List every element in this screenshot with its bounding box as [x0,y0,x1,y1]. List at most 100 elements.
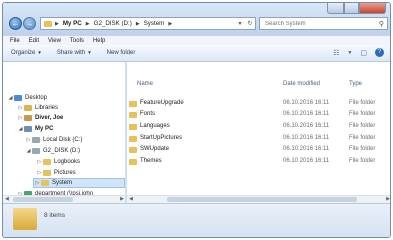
menu-edit[interactable]: Edit [29,38,39,44]
nav-item-pictures[interactable]: ▷ Pictures [36,168,76,178]
menu-help[interactable]: Help [93,38,105,44]
preview-pane-icon[interactable]: ▢ [360,49,367,57]
expand-icon[interactable]: ▷ [25,137,32,143]
breadcrumb-g2-disk[interactable]: G2_DISK (D:) [94,20,132,27]
folder-icon [129,159,137,165]
menu-file[interactable]: File [10,38,20,44]
menu-view[interactable]: View [48,38,61,44]
user-icon [24,115,32,121]
file-name: StartUpPictures [140,135,183,141]
view-options-icon[interactable]: ☷ [333,49,339,57]
help-icon[interactable]: ? [375,48,384,57]
content-horizontal-scrollbar[interactable]: ◀ ▶ [127,195,390,203]
chevron-down-icon[interactable]: ▼ [347,50,352,56]
address-bar[interactable]: ▶ My PC ▶ G2_DISK (D:) ▶ System ▶ ▾ ↻ [40,17,256,30]
file-row[interactable]: StartUpPictures 06.10.2016 16:11 File fo… [127,133,390,144]
scroll-right-icon[interactable]: ▶ [386,196,390,202]
file-type: File folder [349,111,376,117]
nav-item-system[interactable]: ▷ System [33,178,125,188]
file-row[interactable]: Languages 06.10.2016 16:11 File folder [127,121,390,132]
minimize-button[interactable] [327,3,344,14]
nav-item-libraries[interactable]: ▷ Libraries [17,103,58,113]
nav-horizontal-scrollbar[interactable]: ◀ ▶ [3,195,125,203]
file-name: SWUpdate [140,146,170,152]
file-row[interactable]: Themes 06.10.2016 16:11 File folder [127,156,390,167]
breadcrumb-my-pc[interactable]: My PC [63,20,82,27]
file-date: 06.10.2016 16:11 [283,135,330,141]
view-controls: ☷ ▼ ▢ ? [325,48,384,57]
file-date: 06.10.2016 16:11 [283,111,330,117]
column-header-name[interactable]: Name [137,81,153,87]
expand-icon[interactable]: ▷ [17,115,24,121]
nav-item-local-disk[interactable]: ▷ Local Disk (C:) [25,135,82,145]
new-folder-button[interactable]: New folder [107,50,136,56]
search-box[interactable]: ⚲ [259,17,388,30]
nav-item-label: Libraries [35,105,59,111]
nav-item-user[interactable]: ▷ Diver, Joe [17,113,63,123]
expand-icon[interactable]: ▷ [34,180,41,186]
refresh-icon[interactable]: ↻ [245,20,255,27]
nav-item-my-pc[interactable]: ◢ My PC [17,124,53,134]
back-button[interactable]: ← [9,17,22,30]
navigation-pane: ◢ Desktop ▷ Libraries ▷ Diver, Joe ◢ My … [3,62,126,203]
file-date: 06.10.2016 16:11 [283,100,330,106]
explorer-window: ← → ▶ My PC ▶ G2_DISK (D:) ▶ System ▶ ▾ … [2,2,391,238]
file-type: File folder [349,158,376,164]
folder-icon [41,180,49,186]
desktop-icon [14,95,22,101]
collapse-icon[interactable]: ◢ [7,95,14,101]
chevron-right-icon[interactable]: ▶ [168,21,172,27]
scroll-right-icon[interactable]: ▶ [120,196,124,202]
folder-icon [44,20,52,27]
column-header-type[interactable]: Type [349,81,362,87]
expand-icon[interactable]: ▷ [17,105,24,111]
collapse-icon[interactable]: ◢ [25,148,32,154]
file-name: FeatureUpgrade [140,100,184,106]
scrollbar-thumb[interactable] [167,197,357,202]
libraries-icon [24,105,32,111]
nav-item-g2-disk[interactable]: ◢ G2_DISK (D:) [25,146,80,156]
scrollbar-thumb[interactable] [13,197,73,202]
file-list-pane: Name Date modified Type FeatureUpgrade 0… [127,62,390,203]
search-icon[interactable]: ⚲ [379,20,384,28]
dropdown-icon[interactable]: ▾ [235,20,245,27]
share-with-button[interactable]: Share with ▼ [57,50,92,56]
expand-icon[interactable]: ▷ [36,170,43,176]
chevron-right-icon[interactable]: ▶ [136,21,140,27]
breadcrumb-system[interactable]: System [144,20,165,27]
collapse-icon[interactable]: ◢ [17,126,24,132]
scroll-left-icon[interactable]: ◀ [129,196,133,202]
maximize-button[interactable] [344,3,359,14]
column-header-date[interactable]: Date modified [283,81,320,87]
chevron-right-icon[interactable]: ▶ [55,21,59,27]
address-actions: ▾ ↻ [235,18,255,29]
organize-label: Organize [11,50,36,56]
nav-item-label: Desktop [25,95,48,101]
file-type: File folder [349,146,376,152]
nav-item-label: Local Disk (C:) [43,137,83,143]
file-row[interactable]: Fonts 06.10.2016 16:11 File folder [127,109,390,120]
menu-bar: File Edit View Tools Help [3,35,390,45]
command-bar: Organize ▼ Share with ▼ New folder ☷ ▼ ▢ ? [3,45,390,62]
organize-button[interactable]: Organize ▼ [11,50,42,56]
folder-icon [129,136,137,142]
file-row[interactable]: FeatureUpgrade 06.10.2016 16:11 File fol… [127,98,390,109]
chevron-down-icon: ▼ [37,50,42,55]
file-type: File folder [349,100,376,106]
nav-item-desktop[interactable]: ◢ Desktop [7,93,47,103]
share-with-label: Share with [56,50,86,56]
forward-button[interactable]: → [23,17,36,30]
file-type: File folder [349,123,376,129]
menu-tools[interactable]: Tools [70,38,84,44]
search-input[interactable] [265,20,375,27]
scroll-left-icon[interactable]: ◀ [5,196,9,202]
close-button[interactable] [359,3,386,14]
file-name: Themes [140,158,162,164]
nav-item-label: G2_DISK (D:) [43,148,81,154]
nav-item-logbooks[interactable]: ▷ Logbooks [36,157,80,167]
file-row[interactable]: SWUpdate 06.10.2016 16:11 File folder [127,144,390,155]
file-date: 06.10.2016 16:11 [283,158,330,164]
forward-arrow-icon: → [25,19,34,28]
expand-icon[interactable]: ▷ [36,159,43,165]
chevron-right-icon[interactable]: ▶ [86,21,90,27]
